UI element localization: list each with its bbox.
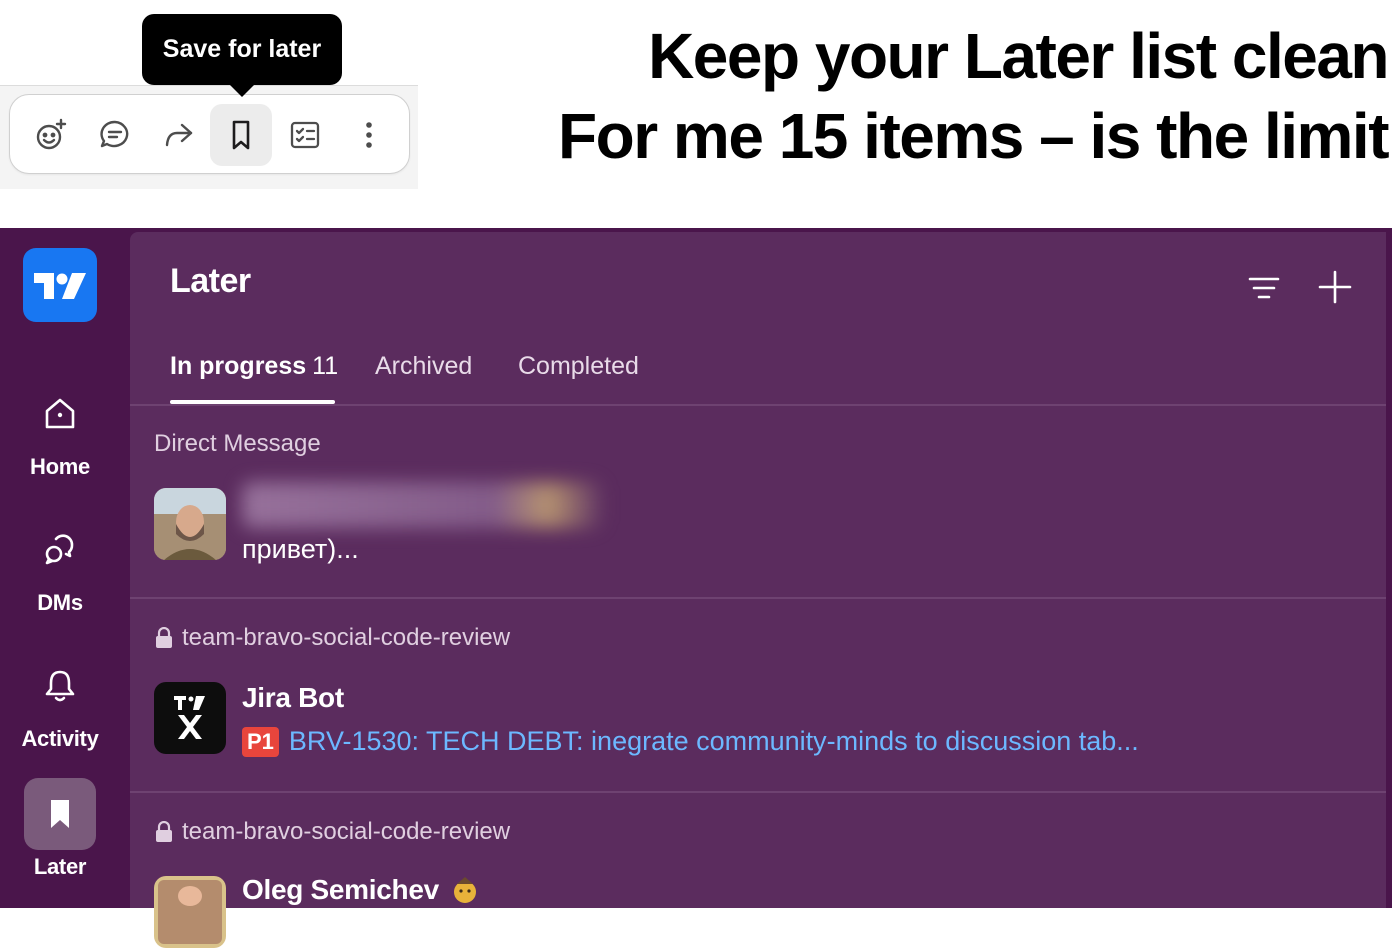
message-preview: привет)...: [242, 534, 359, 564]
lock-icon: [156, 627, 172, 648]
headline-line-2: For me 15 items – is the limit: [558, 100, 1389, 172]
sender-name: Jira Bot: [242, 682, 344, 713]
tab-count: 11: [312, 352, 339, 380]
workspace-logo[interactable]: [23, 248, 97, 322]
tooltip-text: Save for later: [162, 35, 322, 63]
headline-line-1: Keep your Later list clean: [648, 20, 1389, 92]
avatar: [154, 488, 226, 560]
bookmark-icon: [24, 778, 96, 850]
page-title: Later: [170, 262, 251, 300]
sidebar-item-activity[interactable]: Activity: [0, 650, 120, 752]
save-for-later-button[interactable]: [210, 104, 272, 166]
reply-in-thread-icon: [100, 120, 129, 148]
bell-icon: [24, 650, 96, 722]
tab-label: In progress: [170, 352, 307, 380]
sender-name-text: Oleg Semichev: [242, 874, 439, 905]
tab-in-progress[interactable]: In progress 11: [170, 352, 338, 404]
reply-in-thread-button[interactable]: [84, 104, 146, 166]
add-to-list-button[interactable]: [274, 104, 336, 166]
tab-completed[interactable]: Completed: [518, 352, 639, 404]
more-actions-button[interactable]: [338, 104, 400, 166]
channel-name: team-bravo-social-code-review: [182, 818, 511, 845]
bookmark-icon: [232, 120, 250, 150]
avatar: [154, 876, 226, 948]
sidebar-item-home[interactable]: Home: [0, 378, 120, 480]
item-divider: [130, 597, 1386, 599]
forward-message-icon: [165, 123, 193, 147]
sidebar-item-label: Later: [33, 854, 87, 879]
slack-window: Home DMs Activity Later Later In progres…: [0, 228, 1392, 948]
add-reaction-icon: [36, 118, 67, 150]
message-actions-toolbar: [9, 94, 410, 174]
channel-name: team-bravo-social-code-review: [182, 624, 511, 651]
home-icon: [24, 378, 96, 450]
plus-icon[interactable]: [1312, 264, 1358, 310]
jira-bot-avatar: [154, 682, 226, 754]
forward-message-button[interactable]: [148, 104, 210, 166]
item-section-label: team-bravo-social-code-review: [154, 818, 510, 846]
sidebar-item-later[interactable]: Later: [0, 778, 120, 880]
sidebar-item-label: Activity: [21, 726, 99, 751]
jira-ticket-link[interactable]: BRV-1530: TECH DEBT: inegrate community-…: [289, 726, 1139, 757]
tab-archived[interactable]: Archived: [375, 352, 472, 404]
item-section-label: Direct Message: [154, 430, 321, 457]
later-panel: Later In progress 11 Archived Completed D…: [130, 232, 1386, 948]
priority-badge: P1: [242, 726, 279, 757]
status-emoji-icon: [453, 877, 476, 903]
filter-icon[interactable]: [1242, 266, 1286, 310]
jira-ticket-line: P1 BRV-1530: TECH DEBT: inegrate communi…: [242, 726, 1139, 757]
blurred-sender-name: [242, 482, 602, 528]
sidebar-item-dms[interactable]: DMs: [0, 514, 120, 616]
sender-name: Oleg Semichev: [242, 874, 481, 906]
save-for-later-tooltip: Save for later: [142, 14, 342, 97]
sidebar-item-label: DMs: [37, 590, 83, 615]
item-divider: [130, 791, 1386, 793]
add-to-list-icon: [290, 121, 320, 149]
sidebar-item-label: Home: [30, 454, 90, 479]
item-section-label: team-bravo-social-code-review: [154, 624, 510, 652]
tab-label: Completed: [518, 352, 639, 380]
add-reaction-button[interactable]: [20, 104, 82, 166]
tradingview-logo-icon: [34, 273, 86, 299]
tab-label: Archived: [375, 352, 473, 380]
more-actions-icon: [366, 122, 372, 148]
workspace-rail: Home DMs Activity Later: [0, 228, 130, 908]
tabs-divider: [130, 404, 1386, 406]
lock-icon: [156, 821, 172, 842]
dms-icon: [24, 514, 96, 586]
